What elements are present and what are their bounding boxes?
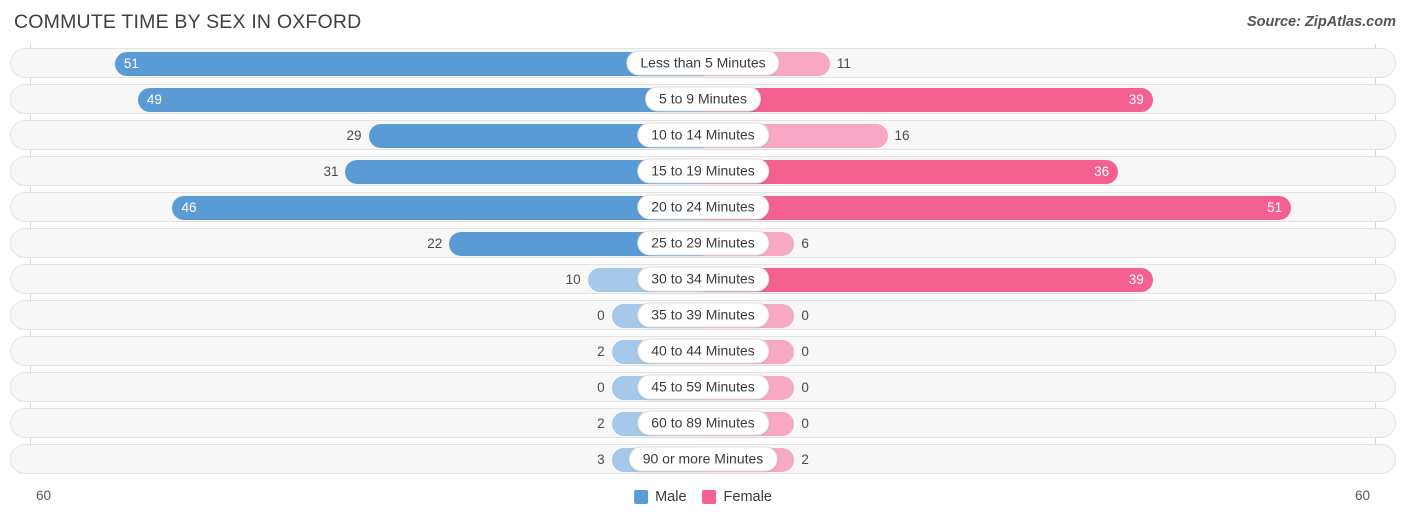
female-value-label: 0 xyxy=(801,416,809,431)
female-bar-container: 0 xyxy=(703,412,1395,436)
female-bar-container: 6 xyxy=(703,232,1395,256)
male-bar-container: 2 xyxy=(11,340,703,364)
chart-legend: Male Female xyxy=(634,489,772,505)
chart-plot-area: 51 11 Less than 5 Minutes 49 39 5 to 9 Minute… xyxy=(0,44,1406,484)
male-bar-container: 29 xyxy=(11,124,703,148)
female-bar-container: 11 xyxy=(703,52,1395,76)
page-title: COMMUTE TIME BY SEX IN OXFORD xyxy=(14,11,362,33)
category-label: 25 to 29 Minutes xyxy=(637,230,769,256)
male-value-label: 3 xyxy=(597,452,605,467)
female-value-label: 0 xyxy=(801,344,809,359)
category-label: 40 to 44 Minutes xyxy=(637,338,769,364)
table-row: 0 0 35 to 39 Minutes xyxy=(10,300,1396,330)
table-row: 29 16 10 to 14 Minutes xyxy=(10,120,1396,150)
male-value-label: 49 xyxy=(146,92,162,107)
legend-swatch-icon xyxy=(634,490,649,504)
female-bar-container: 36 xyxy=(703,160,1395,184)
male-bar[interactable]: 51 xyxy=(114,52,703,76)
male-bar-container: 22 xyxy=(11,232,703,256)
female-value-label: 0 xyxy=(801,380,809,395)
male-value-label: 22 xyxy=(427,236,443,251)
male-value-label: 31 xyxy=(323,164,339,179)
male-bar-container: 31 xyxy=(11,160,703,184)
male-value-label: 2 xyxy=(597,416,605,431)
category-label: 90 or more Minutes xyxy=(628,446,778,472)
table-row: 2 0 40 to 44 Minutes xyxy=(10,336,1396,366)
legend-label: Male xyxy=(655,489,687,505)
male-value-label: 46 xyxy=(181,200,197,215)
male-value-label: 0 xyxy=(597,380,605,395)
male-bar-container: 3 xyxy=(11,448,703,472)
chart-header: COMMUTE TIME BY SEX IN OXFORD Source: Zi… xyxy=(0,0,1406,44)
female-bar-container: 39 xyxy=(703,88,1395,112)
table-row: 31 36 15 to 19 Minutes xyxy=(10,156,1396,186)
male-value-label: 10 xyxy=(565,272,581,287)
female-value-label: 11 xyxy=(836,56,851,71)
axis-tick-left: 60 xyxy=(36,488,52,503)
male-value-label: 51 xyxy=(123,56,139,71)
female-value-label: 0 xyxy=(801,308,809,323)
category-label: 10 to 14 Minutes xyxy=(637,122,769,148)
female-bar-container: 51 xyxy=(703,196,1395,220)
female-bar-container: 16 xyxy=(703,124,1395,148)
source-attribution: Source: ZipAtlas.com xyxy=(1246,14,1396,30)
axis-tick-right: 60 xyxy=(1354,488,1370,503)
female-value-label: 16 xyxy=(894,128,910,143)
table-row: 0 0 45 to 59 Minutes xyxy=(10,372,1396,402)
category-label: Less than 5 Minutes xyxy=(626,50,780,76)
male-bar[interactable]: 49 xyxy=(137,88,703,112)
chart-footer: 60 60 Male Female xyxy=(0,484,1406,523)
female-bar[interactable]: 39 xyxy=(703,268,1153,292)
female-value-label: 6 xyxy=(801,236,809,251)
table-row: 46 51 20 to 24 Minutes xyxy=(10,192,1396,222)
male-value-label: 0 xyxy=(597,308,605,323)
table-row: 22 6 25 to 29 Minutes xyxy=(10,228,1396,258)
table-row: 2 0 60 to 89 Minutes xyxy=(10,408,1396,438)
female-bar-container: 0 xyxy=(703,340,1395,364)
male-bar-container: 46 xyxy=(11,196,703,220)
female-value-label: 2 xyxy=(801,452,809,467)
category-label: 30 to 34 Minutes xyxy=(637,266,769,292)
table-row: 49 39 5 to 9 Minutes xyxy=(10,84,1396,114)
table-row: 3 2 90 or more Minutes xyxy=(10,444,1396,474)
female-bar-container: 0 xyxy=(703,376,1395,400)
male-bar-container: 0 xyxy=(11,376,703,400)
category-label: 35 to 39 Minutes xyxy=(637,302,769,328)
male-bar-container: 0 xyxy=(11,304,703,328)
table-row: 51 11 Less than 5 Minutes xyxy=(10,48,1396,78)
table-row: 10 39 30 to 34 Minutes xyxy=(10,264,1396,294)
female-bar-container: 2 xyxy=(703,448,1395,472)
female-bar-container: 0 xyxy=(703,304,1395,328)
category-label: 5 to 9 Minutes xyxy=(645,86,761,112)
male-value-label: 2 xyxy=(597,344,605,359)
category-label: 20 to 24 Minutes xyxy=(637,194,769,220)
category-label: 15 to 19 Minutes xyxy=(637,158,769,184)
female-value-label: 39 xyxy=(1128,92,1144,107)
category-label: 45 to 59 Minutes xyxy=(637,374,769,400)
male-bar-container: 10 xyxy=(11,268,703,292)
female-bar[interactable]: 51 xyxy=(703,196,1292,220)
male-bar-container: 2 xyxy=(11,412,703,436)
female-value-label: 51 xyxy=(1267,200,1283,215)
chart-rows: 51 11 Less than 5 Minutes 49 39 5 to 9 Minute… xyxy=(10,48,1396,480)
legend-item[interactable]: Female xyxy=(702,489,772,505)
male-bar-container: 51 xyxy=(11,52,703,76)
category-label: 60 to 89 Minutes xyxy=(637,410,769,436)
female-bar-container: 39 xyxy=(703,268,1395,292)
male-bar[interactable]: 46 xyxy=(172,196,703,220)
female-value-label: 36 xyxy=(1094,164,1110,179)
male-bar-container: 49 xyxy=(11,88,703,112)
male-value-label: 29 xyxy=(346,128,362,143)
female-bar[interactable]: 39 xyxy=(703,88,1153,112)
legend-label: Female xyxy=(723,489,772,505)
legend-swatch-icon xyxy=(702,490,717,504)
legend-item[interactable]: Male xyxy=(634,489,687,505)
female-value-label: 39 xyxy=(1128,272,1144,287)
